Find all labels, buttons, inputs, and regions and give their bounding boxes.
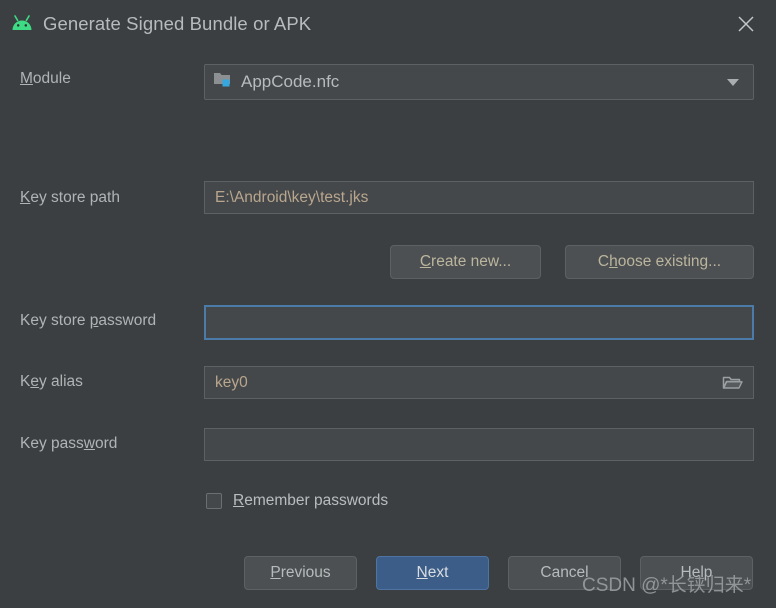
key-password-mnemonic: w [83, 435, 95, 452]
next-rest: ext [427, 564, 449, 581]
cancel-label: Cancel [540, 564, 589, 581]
key-alias-value: key0 [215, 373, 248, 391]
previous-mnemonic: P [270, 564, 281, 581]
remember-passwords-checkbox[interactable] [206, 493, 222, 509]
key-store-path-input[interactable]: E:\Android\key\test.jks [204, 181, 754, 214]
key-store-path-label-rest: ey store path [30, 189, 120, 206]
key-alias-mnemonic: e [30, 373, 39, 390]
previous-label: Previous [270, 564, 330, 582]
key-password-label: Key password [20, 435, 117, 453]
key-password-label-wrap: Key password [20, 435, 117, 453]
help-button[interactable]: Help [640, 556, 753, 590]
create-new-mnemonic: C [419, 253, 432, 270]
create-new-label: Create new... [420, 253, 511, 271]
remember-passwords-rest: emember passwords [244, 492, 389, 509]
ksp-label-post: assword [98, 312, 157, 329]
key-store-path-label-wrap: Key store path [20, 189, 120, 207]
key-store-password-input[interactable] [204, 305, 754, 340]
dialog-title-bar: Generate Signed Bundle or APK [0, 0, 776, 47]
module-label-wrap: Module [20, 70, 71, 88]
key-password-input[interactable] [204, 428, 754, 461]
choose-existing-pre: C [597, 253, 610, 270]
choose-existing-rest: oose existing... [617, 253, 722, 270]
key-store-path-value: E:\Android\key\test.jks [215, 188, 369, 206]
chevron-down-icon[interactable] [727, 78, 739, 86]
create-new-rest: reate new... [431, 253, 512, 270]
remember-passwords-mnemonic: R [233, 492, 245, 509]
android-robot-icon [9, 11, 35, 37]
choose-existing-mnemonic: h [609, 253, 618, 270]
key-store-password-label-wrap: Key store password [20, 312, 156, 330]
key-password-post: ord [94, 435, 118, 452]
module-folder-icon [213, 71, 233, 93]
next-label: Next [417, 564, 449, 582]
close-icon[interactable] [730, 8, 762, 40]
key-store-path-mnemonic: K [20, 189, 31, 206]
key-alias-pre: K [20, 373, 31, 390]
remember-passwords-checkbox-row[interactable]: Remember passwords [206, 492, 388, 510]
create-new-button[interactable]: Create new... [390, 245, 541, 279]
module-value: AppCode.nfc [241, 72, 340, 91]
key-store-password-label: Key store password [20, 312, 156, 330]
key-alias-post: y alias [38, 373, 83, 390]
previous-button[interactable]: Previous [244, 556, 357, 590]
choose-existing-label: Choose existing... [598, 253, 721, 271]
key-password-pre: Key pass [20, 435, 84, 452]
key-alias-label-wrap: Key alias [20, 373, 83, 391]
key-alias-input[interactable]: key0 [204, 366, 754, 399]
module-label-mnemonic: M [20, 70, 33, 87]
folder-open-icon[interactable] [722, 374, 743, 391]
module-label-rest: odule [32, 70, 71, 87]
next-button[interactable]: Next [376, 556, 489, 590]
choose-existing-button[interactable]: Choose existing... [565, 245, 754, 279]
help-label: Help [680, 564, 713, 581]
module-label: Module [20, 70, 71, 88]
dialog-title: Generate Signed Bundle or APK [43, 12, 312, 34]
next-mnemonic: N [416, 564, 428, 581]
cancel-button[interactable]: Cancel [508, 556, 621, 590]
module-combobox[interactable]: AppCode.nfc [204, 64, 754, 100]
ksp-label-pre: Key store [20, 312, 90, 329]
remember-passwords-label: Remember passwords [233, 492, 388, 510]
previous-rest: revious [280, 564, 331, 581]
key-alias-label: Key alias [20, 373, 83, 391]
key-store-path-label: Key store path [20, 189, 120, 207]
